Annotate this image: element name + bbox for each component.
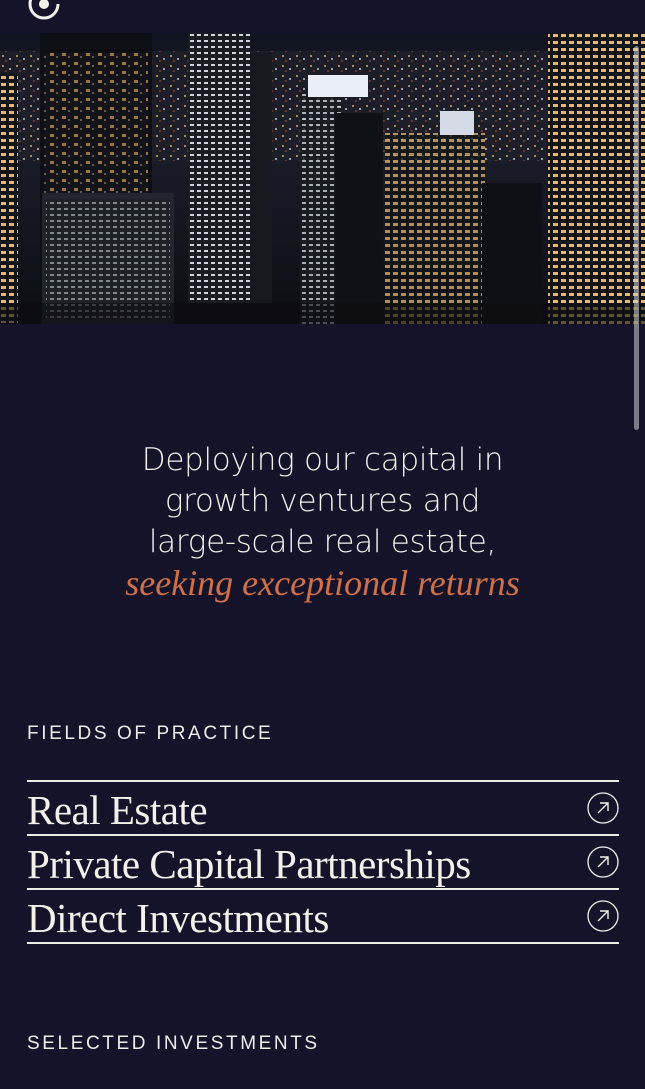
top-bar	[0, 0, 645, 33]
fields-of-practice-heading: FIELDS OF PRACTICE	[27, 723, 274, 744]
field-label: Real Estate	[27, 787, 208, 833]
tagline: Deploying our capital in growth ventures…	[0, 440, 645, 604]
tagline-line-1: Deploying our capital in	[141, 442, 504, 478]
arrow-up-right-icon[interactable]	[587, 792, 619, 824]
arrow-up-right-icon[interactable]	[587, 846, 619, 878]
brand-logo-icon[interactable]	[26, 0, 62, 22]
hero-cityscape-image	[0, 33, 645, 324]
field-label: Private Capital Partnerships	[27, 841, 471, 887]
field-item-real-estate[interactable]: Real Estate	[27, 782, 619, 836]
tagline-line-2: growth ventures and	[164, 483, 481, 519]
fields-of-practice-list: Real Estate Private Capital Partnerships…	[27, 780, 619, 944]
arrow-up-right-icon[interactable]	[587, 900, 619, 932]
tagline-accent: seeking exceptional returns	[125, 563, 520, 603]
page-scrollbar[interactable]	[634, 46, 639, 430]
field-label: Direct Investments	[27, 895, 329, 941]
field-item-direct-investments[interactable]: Direct Investments	[27, 890, 619, 944]
field-item-private-capital-partnerships[interactable]: Private Capital Partnerships	[27, 836, 619, 890]
tagline-line-3: large-scale real estate,	[148, 524, 497, 560]
selected-investments-heading: SELECTED INVESTMENTS	[27, 1033, 320, 1054]
